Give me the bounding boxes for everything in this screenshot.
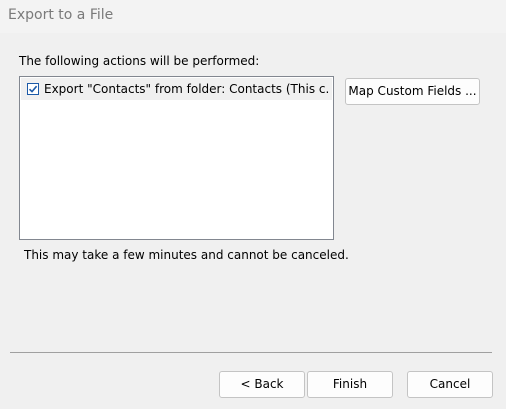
export-action-checkbox[interactable] [27,83,39,95]
actions-list[interactable]: Export "Contacts" from folder: Contacts … [19,76,334,240]
map-custom-fields-button[interactable]: Map Custom Fields ... [345,78,480,105]
actions-intro-label: The following actions will be performed: [19,54,260,68]
list-item[interactable]: Export "Contacts" from folder: Contacts … [21,78,332,100]
export-action-label: Export "Contacts" from folder: Contacts … [44,82,329,96]
checkmark-icon [28,85,38,93]
finish-button[interactable]: Finish [307,371,393,398]
back-button[interactable]: < Back [219,371,305,398]
footer-divider [10,352,492,353]
export-dialog: Export to a File The following actions w… [0,0,506,409]
title-bar: Export to a File [0,0,506,33]
window-title: Export to a File [8,7,114,23]
cancel-button[interactable]: Cancel [407,371,493,398]
cannot-cancel-note: This may take a few minutes and cannot b… [24,248,349,262]
